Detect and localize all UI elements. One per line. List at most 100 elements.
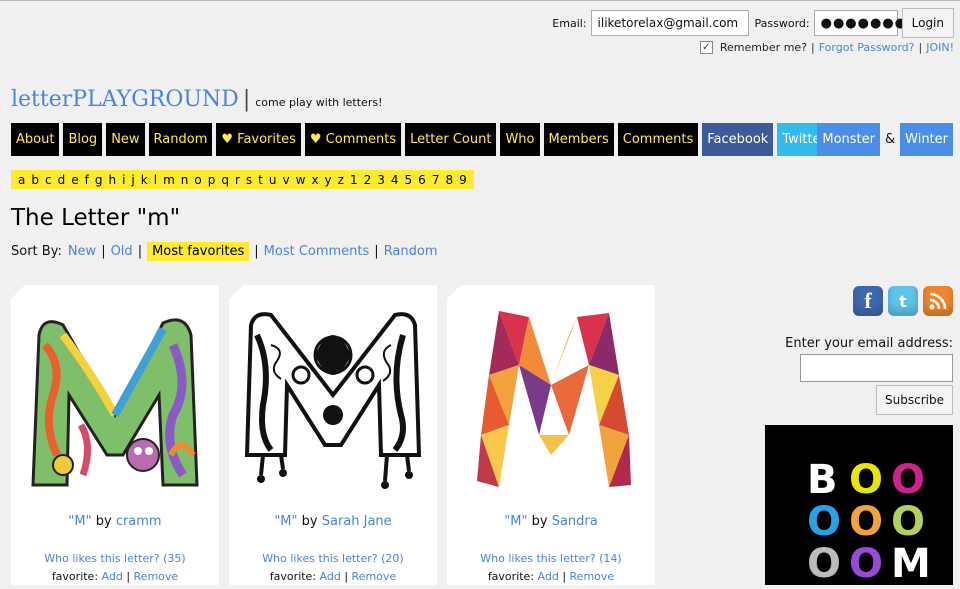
sort-bar: Sort By: New | Old | Most favorites | Mo… — [11, 242, 438, 261]
site-logo[interactable]: letterPLAYGROUND — [11, 87, 239, 112]
alpha-link-s[interactable]: s — [246, 173, 252, 187]
sort-new[interactable]: New — [68, 244, 96, 259]
favorite-row: favorite: Add | Remove — [51, 570, 179, 583]
alpha-link-u[interactable]: u — [269, 173, 277, 187]
sort-random[interactable]: Random — [384, 244, 438, 259]
alpha-link-t[interactable]: t — [258, 173, 263, 187]
favorite-row: favorite: Add | Remove — [269, 570, 397, 583]
join-link[interactable]: JOIN! — [926, 41, 954, 54]
nav-random[interactable]: Random — [148, 123, 213, 156]
twitter-icon[interactable]: t — [888, 286, 918, 316]
forgot-password-link[interactable]: Forgot Password? — [819, 41, 915, 54]
favorite-remove-link[interactable]: Remove — [352, 570, 397, 583]
alpha-link-y[interactable]: y — [325, 173, 332, 187]
remember-checkbox[interactable]: ✓ — [699, 41, 713, 54]
author-link[interactable]: cramm — [116, 514, 162, 529]
author-link[interactable]: Sarah Jane — [322, 514, 392, 529]
nav-blog[interactable]: Blog — [63, 123, 103, 156]
alpha-link-w[interactable]: w — [296, 173, 306, 187]
alpha-link-c[interactable]: c — [45, 173, 52, 187]
favorite-remove-link[interactable]: Remove — [570, 570, 615, 583]
ad-letter: O — [807, 541, 841, 585]
alpha-link-x[interactable]: x — [311, 173, 318, 187]
alpha-link-v[interactable]: v — [283, 173, 290, 187]
logo-separator: | — [242, 87, 251, 112]
alpha-link-o[interactable]: o — [194, 173, 201, 187]
nav-heart-comments[interactable]: ♥ Comments — [304, 123, 402, 156]
letter-card: "M" by Sandra Who likes this letter? (14… — [447, 285, 655, 585]
facebook-icon[interactable]: f — [853, 286, 883, 316]
alpha-link-7[interactable]: 7 — [432, 173, 440, 187]
alpha-link-a[interactable]: a — [18, 173, 25, 187]
ad-letter: O — [891, 457, 925, 503]
alpha-link-n[interactable]: n — [181, 173, 189, 187]
alpha-link-8[interactable]: 8 — [445, 173, 453, 187]
ad-letter: O — [891, 499, 925, 545]
subscribe-email-input[interactable] — [800, 354, 953, 382]
login-button[interactable]: Login — [901, 8, 954, 38]
nav-about[interactable]: About — [11, 123, 60, 156]
alpha-link-l[interactable]: l — [154, 173, 157, 187]
who-likes-link[interactable]: Who likes this letter? (35) — [11, 552, 219, 565]
email-field[interactable]: iliketorelax@gmail.com — [590, 10, 749, 36]
alpha-link-b[interactable]: b — [31, 173, 39, 187]
nav-winter[interactable]: Winter — [900, 123, 953, 156]
author-link[interactable]: Sandra — [552, 514, 598, 529]
letter-card: "M" by cramm Who likes this letter? (35)… — [11, 285, 219, 585]
favorite-add-link[interactable]: Add — [102, 570, 123, 583]
alpha-link-3[interactable]: 3 — [377, 173, 385, 187]
favorite-add-link[interactable]: Add — [538, 570, 559, 583]
favorite-remove-link[interactable]: Remove — [134, 570, 179, 583]
password-field[interactable]: ●●●●●●●● — [813, 10, 918, 36]
who-likes-link[interactable]: Who likes this letter? (20) — [229, 552, 437, 565]
nav-monster[interactable]: Monster — [817, 123, 880, 156]
nav-favorites[interactable]: ♥ Favorites — [216, 123, 301, 156]
alpha-link-e[interactable]: e — [71, 173, 78, 187]
letter-link[interactable]: "M" — [504, 514, 527, 529]
letter-m-artwork-sandra[interactable] — [459, 305, 643, 495]
alpha-link-i[interactable]: i — [122, 173, 125, 187]
remember-row: ✓ Remember me? | Forgot Password? | JOIN… — [699, 41, 954, 54]
nav-facebook[interactable]: Facebook — [702, 123, 774, 156]
social-icons: f t — [848, 286, 953, 316]
alpha-link-m[interactable]: m — [163, 173, 175, 187]
letter-link[interactable]: "M" — [68, 514, 91, 529]
letter-m-artwork-sarah-jane[interactable] — [241, 305, 425, 495]
ad-letter: O — [849, 457, 883, 503]
alpha-link-5[interactable]: 5 — [405, 173, 413, 187]
alpha-link-q[interactable]: q — [221, 173, 229, 187]
nav-right: Monster & Winter — [817, 123, 953, 156]
alpha-link-2[interactable]: 2 — [364, 173, 372, 187]
card-caption: "M" by cramm — [68, 514, 162, 529]
nav-comments[interactable]: Comments — [617, 123, 699, 156]
nav-members[interactable]: Members — [543, 123, 614, 156]
favorite-add-link[interactable]: Add — [320, 570, 341, 583]
alpha-link-4[interactable]: 4 — [391, 173, 399, 187]
alpha-link-h[interactable]: h — [108, 173, 116, 187]
letter-card: "M" by Sarah Jane Who likes this letter?… — [229, 285, 437, 585]
sort-most-comments[interactable]: Most Comments — [264, 244, 370, 259]
nav-letter-count[interactable]: Letter Count — [405, 123, 497, 156]
rss-icon[interactable] — [923, 286, 953, 316]
card-caption: "M" by Sarah Jane — [274, 514, 392, 529]
alpha-link-f[interactable]: f — [85, 173, 89, 187]
letter-m-artwork-cramm[interactable] — [23, 305, 207, 495]
sort-most-favorites[interactable]: Most favorites — [147, 242, 250, 261]
alpha-link-k[interactable]: k — [141, 173, 148, 187]
nav-who[interactable]: Who — [500, 123, 540, 156]
subscribe-button[interactable]: Subscribe — [876, 385, 953, 415]
alpha-link-r[interactable]: r — [235, 173, 240, 187]
nav-new[interactable]: New — [106, 123, 145, 156]
who-likes-link[interactable]: Who likes this letter? (14) — [447, 552, 655, 565]
alpha-link-j[interactable]: j — [131, 173, 134, 187]
alpha-link-g[interactable]: g — [95, 173, 103, 187]
letter-link[interactable]: "M" — [274, 514, 297, 529]
alpha-link-p[interactable]: p — [208, 173, 216, 187]
boom-ad-banner[interactable]: B O O O O O O O M — [765, 425, 953, 587]
alpha-link-9[interactable]: 9 — [459, 173, 467, 187]
alpha-link-6[interactable]: 6 — [418, 173, 426, 187]
sort-old[interactable]: Old — [111, 244, 133, 259]
alpha-link-1[interactable]: 1 — [350, 173, 358, 187]
alpha-link-d[interactable]: d — [58, 173, 66, 187]
alpha-link-z[interactable]: z — [338, 173, 344, 187]
